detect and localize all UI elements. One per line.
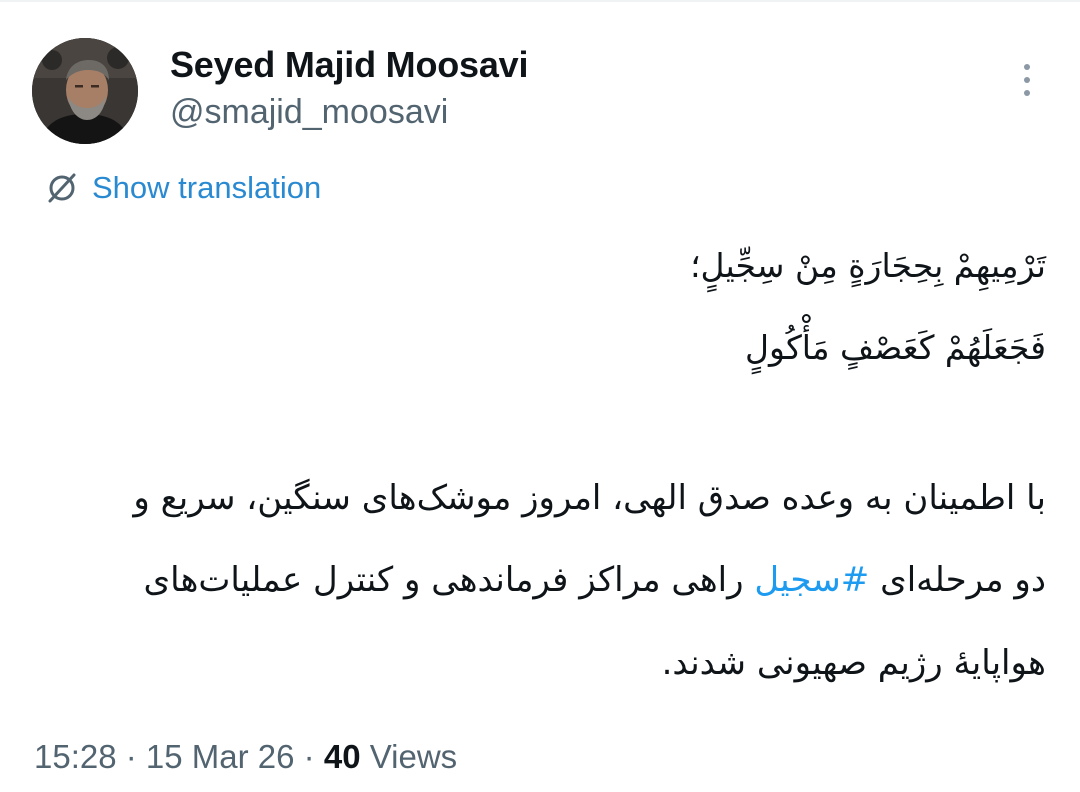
author-display-name[interactable]: Seyed Majid Moosavi <box>170 44 529 86</box>
tweet-date[interactable]: 15 Mar 26 <box>146 738 295 775</box>
show-translation-link[interactable]: Show translation <box>44 168 321 208</box>
vertical-ellipsis-icon <box>1024 77 1030 83</box>
tweet-verse-line-2: فَجَعَلَهُمْ كَعَصْفٍ مَأْكُولٍ <box>745 328 1046 367</box>
tweet-text-line-3: هواپایهٔ رژیم صهیونی شدند. <box>661 643 1046 683</box>
tweet-time[interactable]: 15:28 <box>34 738 117 775</box>
tweet-text-segment: دو مرحله‌ای <box>869 560 1046 600</box>
show-translation-label: Show translation <box>92 170 322 205</box>
profile-photo-icon <box>32 38 138 144</box>
tweet-text-segment: راهی مراکز فرماندهی و کنترل عملیات‌های <box>143 560 755 600</box>
tweet-verse-line-1: تَرْمِيهِمْ بِحِجَارَةٍ مِنْ سِجِّيلٍ؛ <box>690 246 1046 285</box>
tweet-metadata: 15:28 · 15 Mar 26 · 40 Views <box>34 738 457 776</box>
top-divider <box>0 0 1080 2</box>
globe-translate-icon <box>48 173 76 203</box>
meta-separator: · <box>116 738 146 775</box>
views-label: Views <box>360 738 458 775</box>
views-count: 40 <box>323 738 361 775</box>
hashtag-link[interactable]: #سجیل <box>754 560 869 600</box>
vertical-ellipsis-icon <box>1024 90 1030 96</box>
author-handle[interactable]: @smajid_moosavi <box>170 93 448 132</box>
avatar[interactable] <box>32 38 138 144</box>
tweet-text-line-2: دو مرحله‌ای #سجیل راهی مراکز فرماندهی و … <box>36 560 1046 600</box>
tweet-screen: Seyed Majid Moosavi @smajid_moosavi Show… <box>0 0 1080 792</box>
meta-separator: · <box>294 738 324 775</box>
more-options-button[interactable] <box>1010 60 1044 100</box>
tweet-text-line-1: با اطمینان به وعده صدق الهی، امروز موشک‌… <box>133 478 1046 518</box>
vertical-ellipsis-icon <box>1024 64 1030 70</box>
